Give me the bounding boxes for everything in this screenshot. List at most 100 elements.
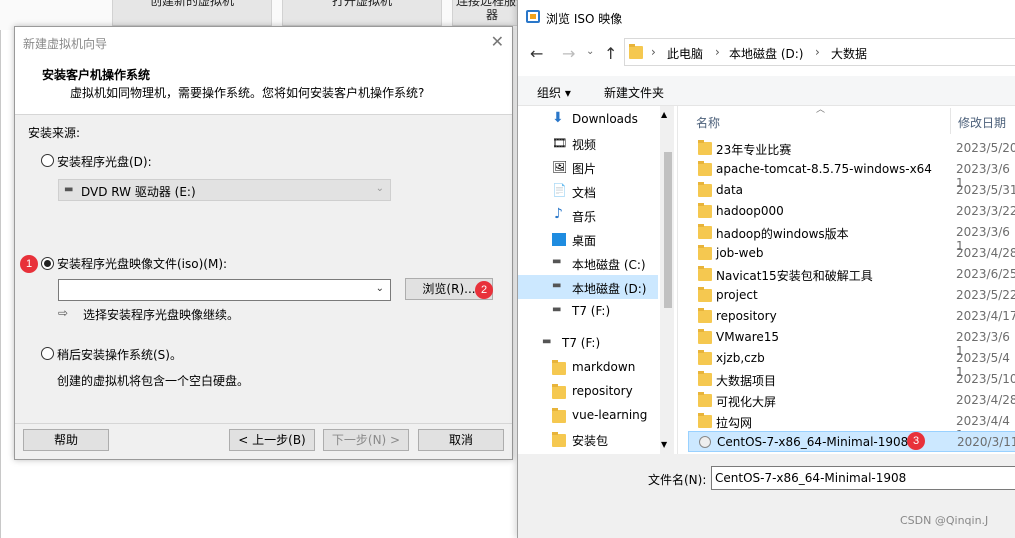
download-arrow-icon: ⬇ xyxy=(552,110,564,126)
folder-icon xyxy=(698,266,712,281)
list-item[interactable]: project 2023/5/22 xyxy=(688,285,1015,306)
folder-icon xyxy=(698,287,712,302)
list-item[interactable]: 拉勾网2023/4/4 1 xyxy=(688,411,1015,442)
radio-install-later[interactable] xyxy=(41,347,54,360)
list-item[interactable]: xjzb,czb 2023/5/4 1 xyxy=(688,348,1015,379)
folder-icon xyxy=(698,308,712,323)
install-iso-label[interactable]: 安装程序光盘映像文件(iso)(M): xyxy=(57,255,227,272)
new-vm-wizard: 新建虚拟机向导 ✕ 安装客户机操作系统 虚拟机如同物理机，需要操作系统。您将如何… xyxy=(14,26,513,460)
drive-icon: ▬ xyxy=(542,336,552,347)
step-badge-3: 3 xyxy=(907,432,925,450)
folder-icon xyxy=(698,224,712,239)
scroll-down-icon[interactable]: ▼ xyxy=(661,440,667,449)
nav-item-downloads[interactable]: Downloads xyxy=(572,112,638,126)
list-item[interactable]: job-web 2023/4/28 xyxy=(688,243,1015,264)
scroll-up-icon[interactable]: ▲ xyxy=(661,110,667,119)
nav-item-drive-d[interactable]: 本地磁盘 (D:) xyxy=(572,280,646,297)
organize-menu[interactable]: 组织 ▾ xyxy=(537,84,571,101)
cancel-button[interactable]: 取消 xyxy=(418,429,504,451)
nav-item-t7-group[interactable]: T7 (F:) xyxy=(562,336,600,350)
pane-divider xyxy=(677,106,678,454)
new-folder-button[interactable]: 新建文件夹 xyxy=(604,84,664,101)
drive-icon: ▬ xyxy=(552,256,562,267)
filename-value: CentOS-7-x86_64-Minimal-1908 xyxy=(715,471,907,485)
create-vm-button[interactable]: 创建新的虚拟机 xyxy=(112,0,272,26)
nav-item-installers[interactable]: 安装包 xyxy=(572,432,608,449)
list-item[interactable]: VMware15 2023/3/6 1 xyxy=(688,327,1015,358)
nav-item-music[interactable]: 音乐 xyxy=(572,208,596,225)
close-icon[interactable]: ✕ xyxy=(491,32,504,51)
nav-item-markdown[interactable]: markdown xyxy=(572,360,635,374)
back-button[interactable]: < 上一步(B) xyxy=(229,429,315,451)
list-item[interactable]: 可视化大屏 2023/4/28 xyxy=(688,390,1015,411)
breadcrumb-bigdata[interactable]: 大数据 xyxy=(831,45,867,62)
document-icon: 📄 xyxy=(552,183,567,197)
wizard-heading: 安装客户机操作系统 xyxy=(42,68,151,82)
list-item[interactable]: data 2023/5/31 xyxy=(688,180,1015,201)
folder-icon xyxy=(552,360,566,375)
chevron-down-icon[interactable]: ⌄ xyxy=(586,46,594,57)
list-item[interactable]: Navicat15安装包和破解工具 2023/6/25 xyxy=(688,264,1015,285)
column-modified[interactable]: 修改日期 xyxy=(958,114,1006,131)
column-name[interactable]: 名称 xyxy=(696,114,720,131)
nav-item-t7[interactable]: T7 (F:) xyxy=(572,304,610,318)
file-list-header: 名称 ︿ 修改日期 xyxy=(688,105,1015,134)
filename-input[interactable]: CentOS-7-x86_64-Minimal-1908 xyxy=(711,466,1015,490)
drive-icon: ▬ xyxy=(64,184,74,195)
list-item[interactable]: hadoop的windows版本 2023/3/6 1 xyxy=(688,222,1015,253)
arrow-right-icon: ⇨ xyxy=(58,306,69,320)
up-arrow-icon[interactable]: ↑ xyxy=(604,44,617,63)
open-vm-button[interactable]: 打开虚拟机 xyxy=(282,0,442,26)
back-arrow-icon[interactable]: ← xyxy=(530,44,543,63)
address-bar[interactable]: › 此电脑 › 本地磁盘 (D:) › 大数据 xyxy=(624,38,1015,66)
column-separator xyxy=(950,108,951,134)
folder-icon xyxy=(552,408,566,423)
footer-divider xyxy=(15,423,512,424)
folder-icon xyxy=(698,392,712,407)
wizard-title: 新建虚拟机向导 xyxy=(23,37,108,51)
step-badge-1: 1 xyxy=(20,255,38,273)
install-later-label[interactable]: 稍后安装操作系统(S)。 xyxy=(57,346,182,363)
list-item[interactable]: 大数据项目 2023/5/10 xyxy=(688,369,1015,390)
help-button[interactable]: 帮助 xyxy=(23,429,109,451)
list-item[interactable]: apache-tomcat-8.5.75-windows-x64 2023/3/6… xyxy=(688,159,1015,190)
list-item-selected[interactable]: CentOS-7-x86_64-Minimal-1908 2020/3/11 xyxy=(688,431,1015,452)
wizard-subheading: 虚拟机如同物理机，需要操作系统。您将如何安装客户机操作系统? xyxy=(70,86,425,100)
folder-icon xyxy=(698,182,712,197)
nav-item-drive-c[interactable]: 本地磁盘 (C:) xyxy=(572,256,646,273)
breadcrumb-drive-d[interactable]: 本地磁盘 (D:) xyxy=(729,45,803,62)
list-item[interactable]: hadoop000 2023/3/22 xyxy=(688,201,1015,222)
nav-item-repository[interactable]: repository xyxy=(572,384,633,398)
disc-image-icon xyxy=(699,436,711,448)
iso-path-combo[interactable]: ⌄ xyxy=(58,279,391,301)
install-disc-label[interactable]: 安装程序光盘(D): xyxy=(57,153,152,170)
chevron-down-icon[interactable]: ⌄ xyxy=(376,283,384,294)
folder-icon xyxy=(698,245,712,260)
app-icon xyxy=(526,10,540,23)
radio-install-iso[interactable] xyxy=(41,257,54,270)
browse-iso-dialog: 浏览 ISO 映像 ← → ⌄ ↑ › 此电脑 › 本地磁盘 (D:) › 大数… xyxy=(517,0,1015,538)
nav-item-vue-learning[interactable]: vue-learning xyxy=(572,408,647,422)
list-item[interactable]: repository 2023/4/17 xyxy=(688,306,1015,327)
step-badge-2: 2 xyxy=(475,281,493,299)
list-item[interactable]: 23年专业比赛 2023/5/20 xyxy=(688,138,1015,159)
nav-item-pictures[interactable]: 图片 xyxy=(572,160,596,177)
folder-icon xyxy=(698,371,712,386)
install-later-desc: 创建的虚拟机将包含一个空白硬盘。 xyxy=(57,374,250,388)
nav-item-documents[interactable]: 文档 xyxy=(572,184,596,201)
nav-item-desktop[interactable]: 桌面 xyxy=(572,232,596,249)
folder-icon xyxy=(629,44,643,59)
folder-icon xyxy=(698,161,712,176)
disc-drive-select: ▬ DVD RW 驱动器 (E:) ⌄ xyxy=(58,179,391,201)
breadcrumb-sep-icon: › xyxy=(815,45,820,59)
radio-install-disc[interactable] xyxy=(41,154,54,167)
nav-scrollbar-thumb[interactable] xyxy=(664,152,672,308)
dialog-toolbar: 组织 ▾ 新建文件夹 xyxy=(518,76,1015,106)
folder-icon xyxy=(552,432,566,447)
disc-drive-value: DVD RW 驱动器 (E:) xyxy=(81,185,196,199)
forward-arrow-icon: → xyxy=(562,44,576,63)
nav-item-videos[interactable]: 视频 xyxy=(572,136,596,153)
folder-icon xyxy=(698,140,712,155)
breadcrumb-this-pc[interactable]: 此电脑 xyxy=(667,45,703,62)
video-icon: 🎞 xyxy=(552,136,568,150)
